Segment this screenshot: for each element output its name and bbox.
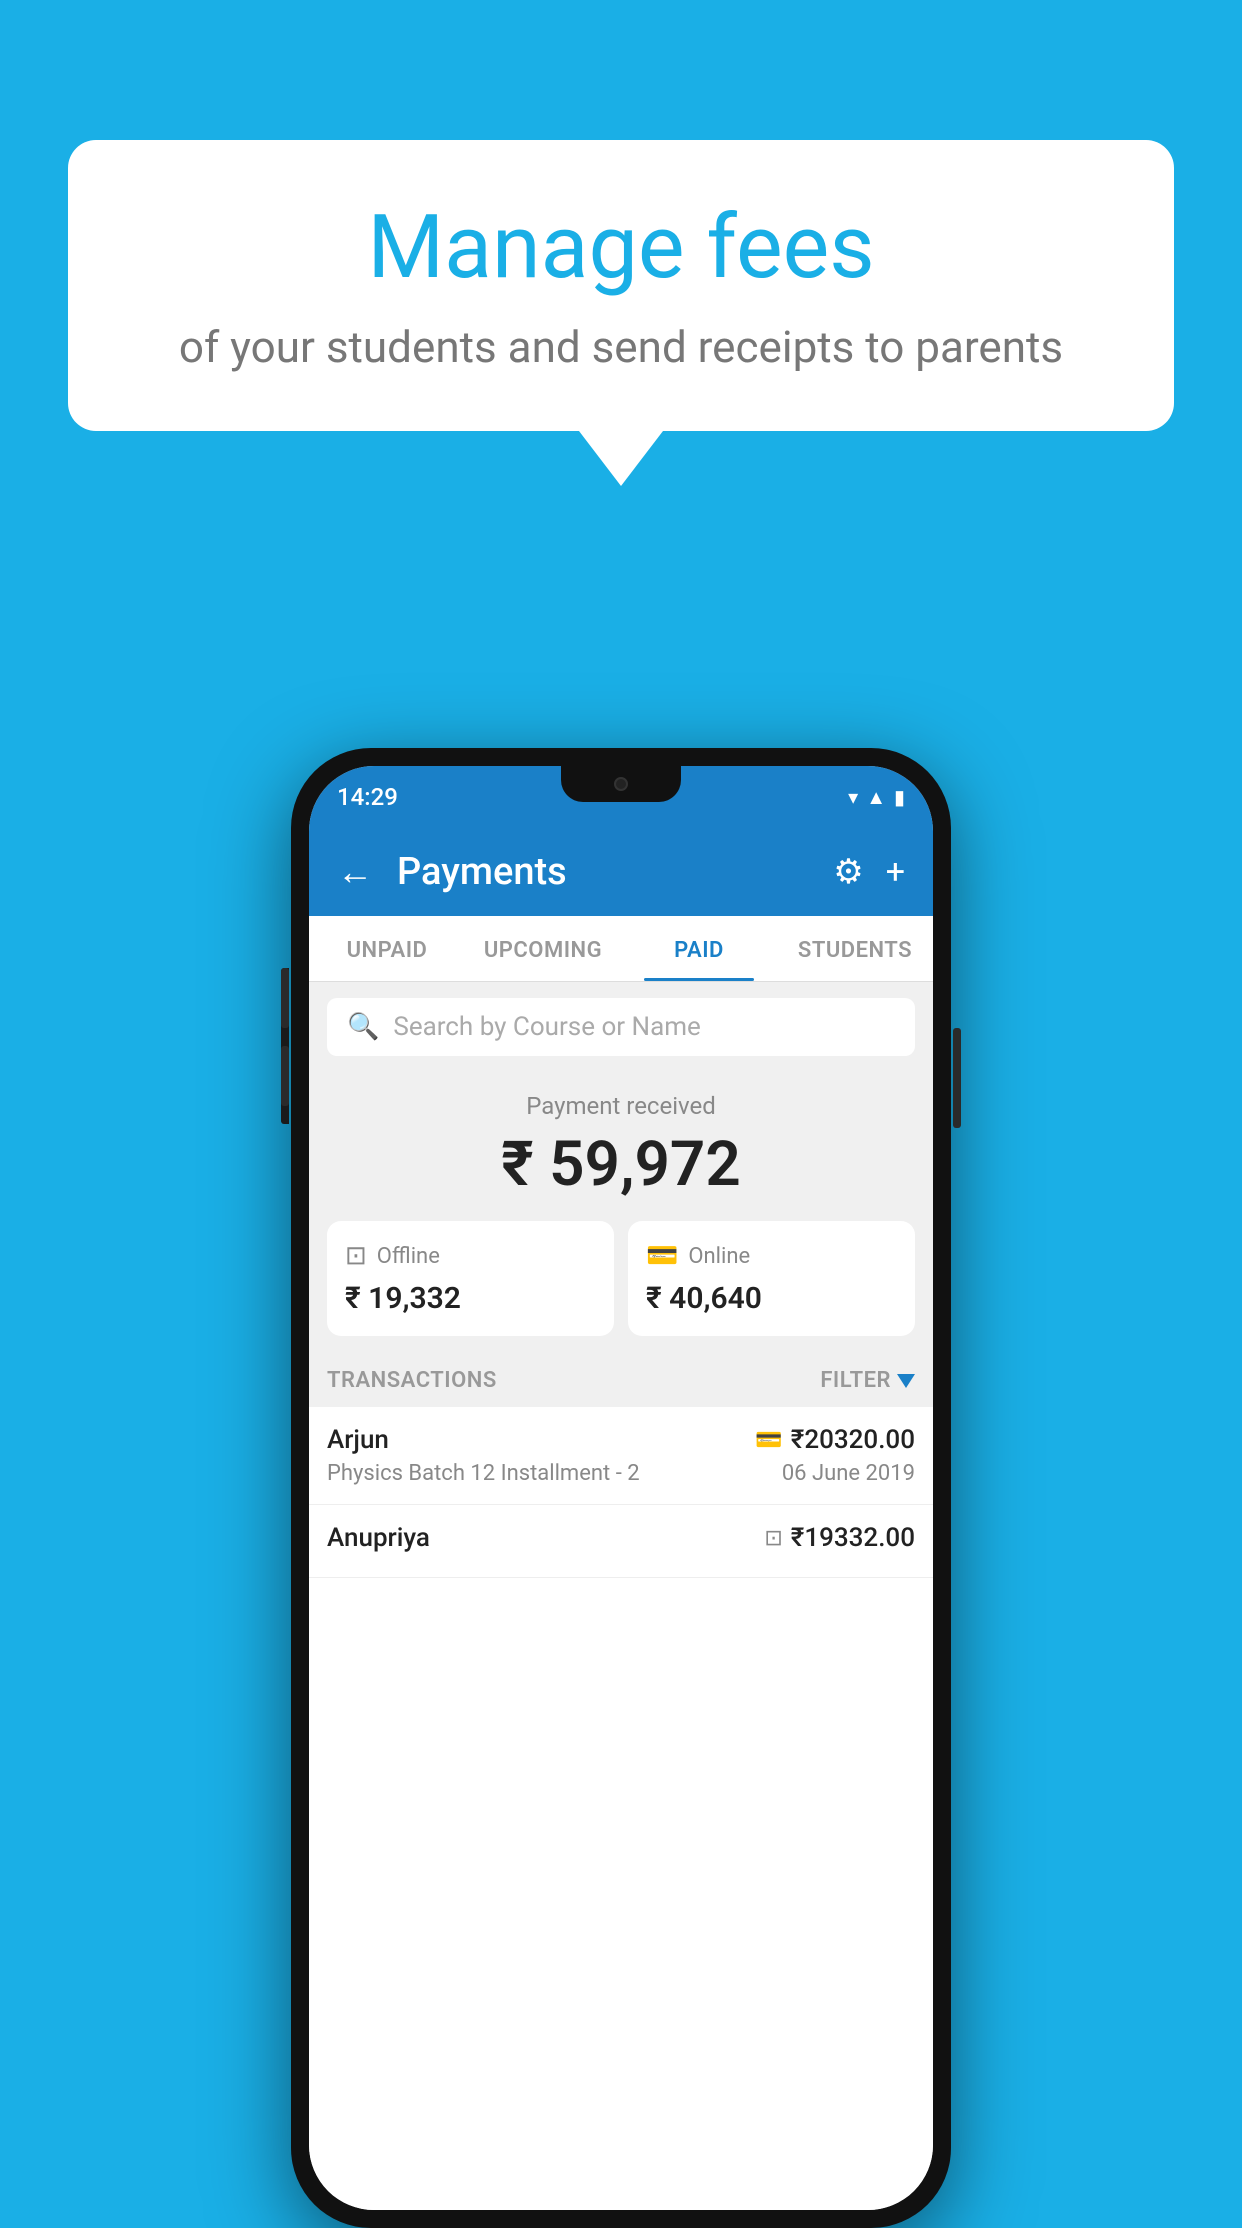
speech-bubble-pointer — [579, 431, 663, 486]
payment-cards: ⊡ Offline ₹ 19,332 💳 Online ₹ 40,640 — [309, 1221, 933, 1354]
transaction-item[interactable]: Arjun 💳 ₹20320.00 Physics Batch 12 Insta… — [309, 1407, 933, 1505]
payment-summary: Payment received ₹ 59,972 — [309, 1072, 933, 1221]
transactions-label: TRANSACTIONS — [327, 1368, 497, 1393]
payment-total-amount: ₹ 59,972 — [327, 1128, 915, 1201]
header-title: Payments — [397, 850, 833, 894]
search-icon: 🔍 — [347, 1012, 379, 1042]
camera — [614, 777, 628, 791]
speech-bubble-subtitle: of your students and send receipts to pa… — [118, 319, 1124, 376]
offline-card: ⊡ Offline ₹ 19,332 — [327, 1221, 614, 1336]
payment-type-icon: ⊡ — [764, 1526, 782, 1551]
search-placeholder: Search by Course or Name — [393, 1012, 700, 1042]
transaction-amount-wrapper: 💳 ₹20320.00 — [755, 1425, 915, 1455]
offline-amount: ₹ 19,332 — [345, 1281, 596, 1316]
wifi-icon: ▾ — [848, 785, 858, 809]
online-amount: ₹ 40,640 — [646, 1281, 897, 1316]
tabs-bar: UNPAID UPCOMING PAID STUDENTS — [309, 916, 933, 982]
filter-icon — [897, 1374, 915, 1388]
side-buttons-left — [281, 968, 289, 1124]
phone-screen: 14:29 ▾ ▲ ▮ ← Payments ⚙ + UNPAID UPCOMI… — [309, 766, 933, 2210]
header-icons: ⚙ + — [833, 852, 905, 892]
transactions-header: TRANSACTIONS FILTER — [309, 1354, 933, 1407]
transaction-amount: ₹19332.00 — [791, 1523, 915, 1553]
signal-icon: ▲ — [866, 785, 886, 810]
add-icon[interactable]: + — [886, 852, 905, 892]
speech-bubble: Manage fees of your students and send re… — [68, 140, 1174, 431]
online-label: Online — [688, 1244, 750, 1269]
side-button-right — [953, 1028, 961, 1128]
battery-icon: ▮ — [894, 785, 905, 809]
transaction-date: 06 June 2019 — [782, 1461, 915, 1486]
offline-icon: ⊡ — [345, 1241, 367, 1271]
transactions-list: Arjun 💳 ₹20320.00 Physics Batch 12 Insta… — [309, 1407, 933, 2210]
phone-notch — [561, 766, 681, 802]
tab-paid[interactable]: PAID — [621, 916, 777, 981]
payment-type-icon: 💳 — [755, 1428, 782, 1453]
online-icon: 💳 — [646, 1241, 678, 1271]
transaction-name: Arjun — [327, 1425, 389, 1455]
tab-students[interactable]: STUDENTS — [777, 916, 933, 981]
app-header: ← Payments ⚙ + — [309, 828, 933, 916]
payment-received-label: Payment received — [327, 1092, 915, 1120]
offline-label: Offline — [377, 1244, 440, 1269]
status-time: 14:29 — [337, 783, 398, 811]
tab-upcoming[interactable]: UPCOMING — [465, 916, 621, 981]
filter-label-text: FILTER — [820, 1368, 891, 1393]
search-bar[interactable]: 🔍 Search by Course or Name — [327, 998, 915, 1056]
filter-button[interactable]: FILTER — [820, 1368, 915, 1393]
settings-icon[interactable]: ⚙ — [833, 852, 863, 892]
back-button[interactable]: ← — [337, 851, 373, 893]
transaction-item[interactable]: Anupriya ⊡ ₹19332.00 — [309, 1505, 933, 1578]
speech-bubble-title: Manage fees — [118, 200, 1124, 297]
search-bar-wrapper: 🔍 Search by Course or Name — [309, 982, 933, 1072]
transaction-amount: ₹20320.00 — [791, 1425, 915, 1455]
online-card: 💳 Online ₹ 40,640 — [628, 1221, 915, 1336]
status-icons: ▾ ▲ ▮ — [848, 785, 905, 810]
phone-frame: 14:29 ▾ ▲ ▮ ← Payments ⚙ + UNPAID UPCOMI… — [291, 748, 951, 2228]
speech-bubble-wrapper: Manage fees of your students and send re… — [68, 140, 1174, 486]
transaction-name: Anupriya — [327, 1523, 430, 1553]
transaction-detail: Physics Batch 12 Installment - 2 — [327, 1461, 640, 1486]
status-bar: 14:29 ▾ ▲ ▮ — [309, 766, 933, 828]
tab-unpaid[interactable]: UNPAID — [309, 916, 465, 981]
transaction-amount-wrapper: ⊡ ₹19332.00 — [764, 1523, 915, 1553]
